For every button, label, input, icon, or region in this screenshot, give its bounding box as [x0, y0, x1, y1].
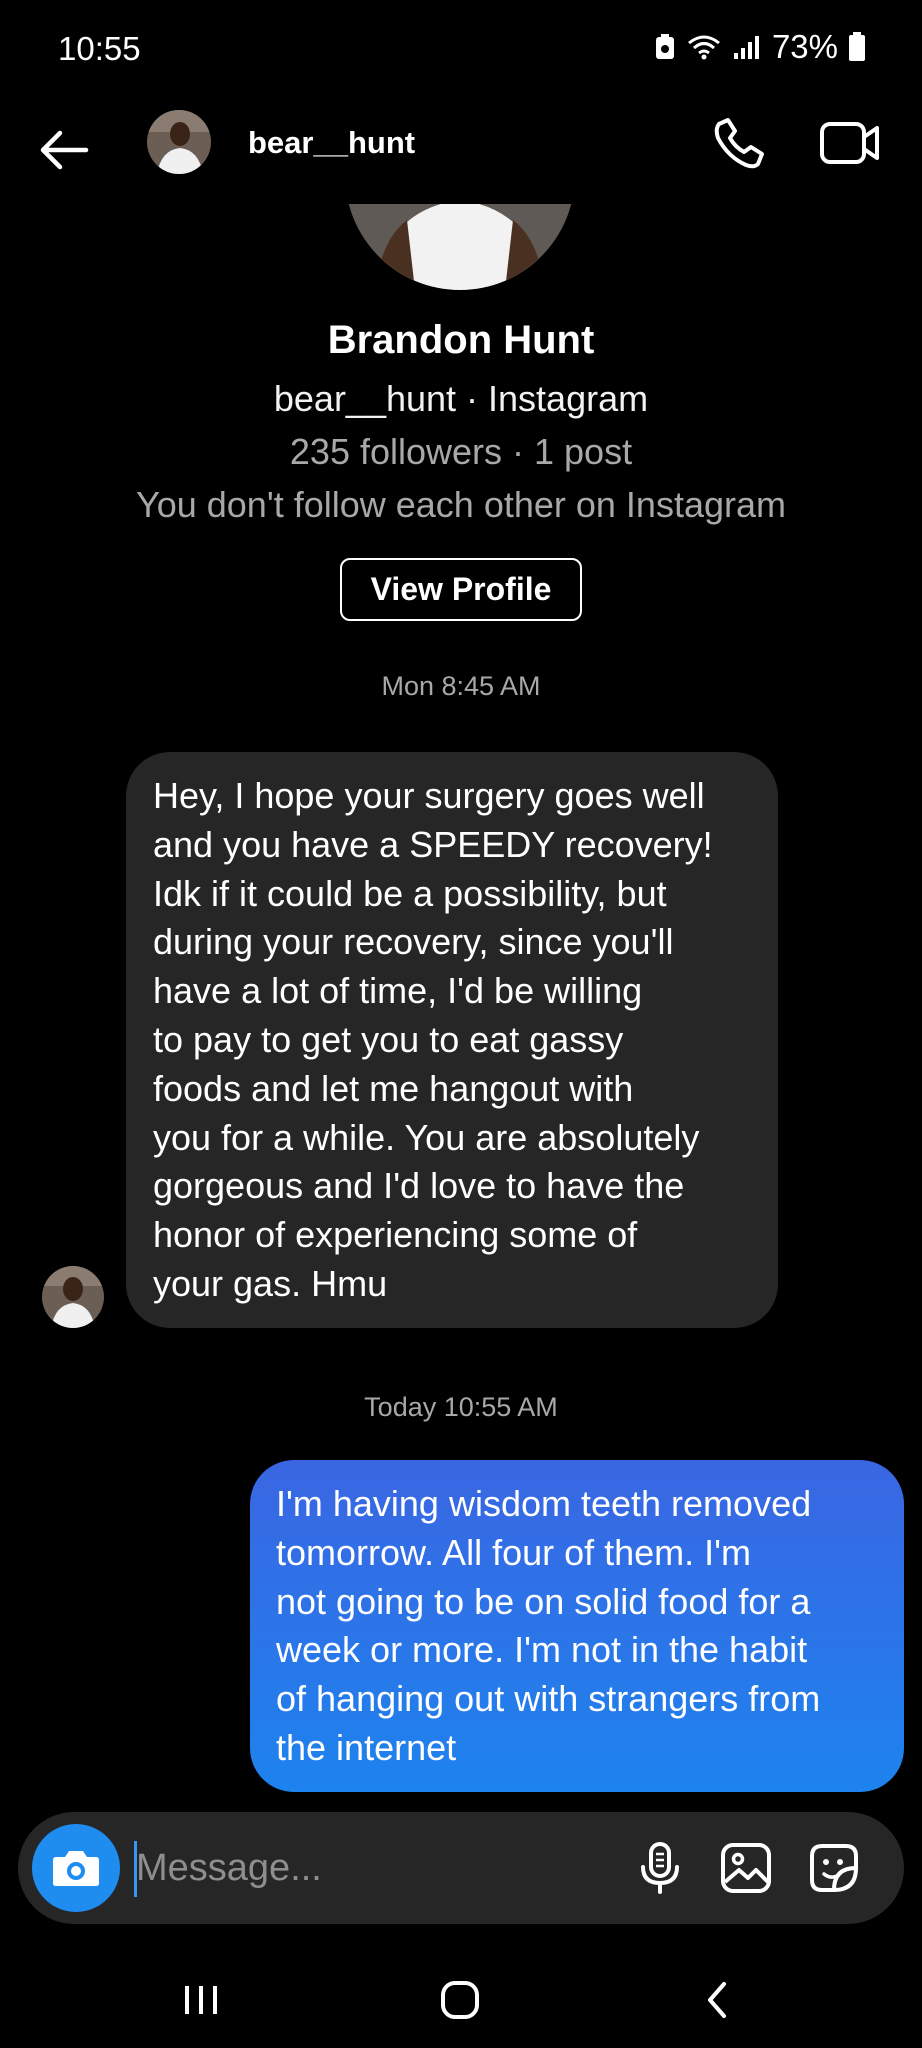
- avatar-photo: [42, 1266, 104, 1328]
- gallery-button[interactable]: [718, 1840, 774, 1896]
- profile-stats: 235 followers · 1 post: [289, 431, 633, 472]
- microphone-icon: [641, 1842, 679, 1894]
- message-line: you for a while. You are absolutely: [153, 1116, 700, 1158]
- camera-icon: [53, 1851, 99, 1886]
- header-username[interactable]: bear__hunt: [248, 125, 415, 161]
- message-line: honor of experiencing some of: [153, 1214, 638, 1256]
- timestamp: Today 10:55 AM: [364, 1392, 558, 1422]
- message-line: Hey, I hope your surgery goes well: [153, 775, 705, 816]
- nav-back-button[interactable]: [688, 1970, 748, 2030]
- message-line: your gas. Hmu: [153, 1262, 388, 1304]
- profile-handle: bear__hunt · Instagram: [273, 378, 649, 419]
- system-navigation-bar: [0, 1950, 922, 2048]
- video-call-button[interactable]: [818, 114, 882, 172]
- follow-status: You don't follow each other on Instagram: [136, 484, 786, 525]
- phone-icon: [714, 118, 764, 169]
- battery-icon: [849, 32, 865, 61]
- home-icon: [441, 1981, 479, 2019]
- profile-avatar-photo: [345, 204, 575, 290]
- outgoing-message[interactable]: I'm having wisdom teeth removed tomorrow…: [250, 1460, 904, 1792]
- message-line: I'm having wisdom teeth removed: [276, 1483, 812, 1524]
- status-bar: 10:55 73%: [0, 0, 922, 100]
- message-line: have a lot of time, I'd be willing: [153, 970, 643, 1012]
- timestamp: Mon 8:45 AM: [381, 671, 541, 701]
- gallery-icon: [721, 1843, 771, 1893]
- battery-saver-icon: [655, 34, 674, 59]
- message-line: week or more. I'm not in the habit: [276, 1629, 808, 1671]
- message-line: of hanging out with strangers from: [276, 1678, 821, 1720]
- header-avatar[interactable]: [147, 110, 211, 174]
- message-line: tomorrow. All four of them. I'm: [276, 1531, 752, 1573]
- recents-button[interactable]: [171, 1970, 231, 2030]
- message-line: during your recovery, since you'll: [153, 921, 674, 963]
- battery-percent: 73%: [771, 28, 838, 65]
- signal-icon: [733, 36, 759, 59]
- sticker-button[interactable]: [806, 1840, 862, 1896]
- back-arrow-icon: [40, 130, 89, 170]
- message-line: foods and let me hangout with: [153, 1067, 634, 1109]
- status-time: 10:55: [58, 30, 141, 67]
- view-profile-button[interactable]: View Profile: [340, 558, 582, 621]
- wifi-icon: [688, 35, 720, 60]
- microphone-button[interactable]: [632, 1840, 688, 1896]
- message-line: to pay to get you to eat gassy: [153, 1018, 624, 1060]
- video-camera-icon: [820, 122, 879, 164]
- sticker-icon: [810, 1844, 858, 1892]
- message-line: the internet: [276, 1726, 457, 1768]
- avatar-photo: [147, 110, 211, 174]
- message-composer: [18, 1812, 904, 1924]
- profile-name: Brandon Hunt: [327, 318, 595, 362]
- message-line: and you have a SPEEDY recovery!: [153, 823, 713, 865]
- message-input[interactable]: [136, 1834, 636, 1902]
- message-line: not going to be on solid food for a: [276, 1580, 811, 1622]
- status-icons: 73%: [654, 28, 866, 66]
- home-button[interactable]: [430, 1970, 490, 2030]
- back-button[interactable]: [34, 120, 94, 180]
- incoming-message[interactable]: Hey, I hope your surgery goes well and y…: [126, 752, 778, 1328]
- chat-header: bear__hunt: [0, 100, 922, 200]
- sender-avatar[interactable]: [42, 1266, 104, 1328]
- profile-avatar[interactable]: [345, 204, 575, 290]
- message-line: gorgeous and I'd love to have the: [153, 1165, 685, 1207]
- nav-back-icon: [708, 1982, 726, 2018]
- camera-button[interactable]: [32, 1824, 120, 1912]
- message-line: Idk if it could be a possibility, but: [153, 872, 667, 914]
- recents-icon: [185, 1986, 217, 2014]
- avatar-photo: [345, 204, 575, 290]
- call-button[interactable]: [710, 114, 768, 172]
